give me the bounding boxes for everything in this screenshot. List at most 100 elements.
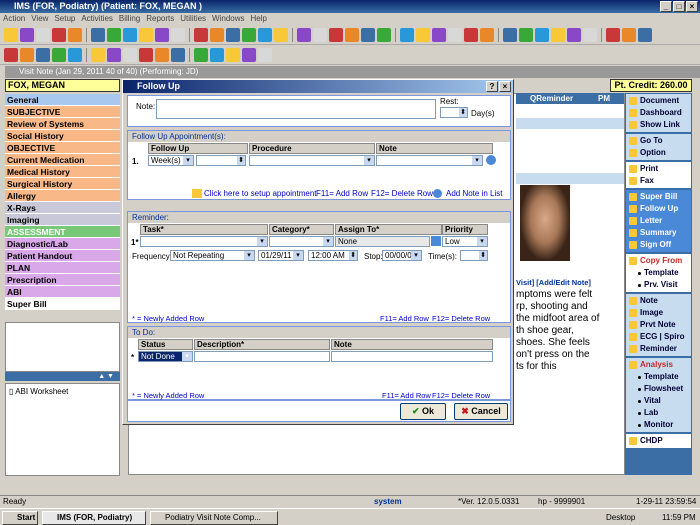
toolbar-tool-icon[interactable] [194,47,208,62]
calendar-icon[interactable] [192,189,202,198]
rest-days-input[interactable] [440,107,468,118]
toolbar-tool-icon[interactable] [171,47,185,62]
nav-item-subjective[interactable]: SUBJECTIVE [5,106,120,118]
setup-appointment-link[interactable]: Click here to setup appointment [204,189,317,198]
times-input[interactable] [460,250,488,261]
right-nav-ecg-spiro[interactable]: ECG | Spiro [626,331,691,343]
right-nav-sign-off[interactable]: Sign Off [626,239,691,251]
ok-button[interactable]: ✔ Ok [400,403,446,420]
toolbar-tool-icon[interactable] [155,47,169,62]
toolbar-tool-icon[interactable] [313,27,327,42]
toolbar-tool-icon[interactable] [361,27,375,42]
menu-action[interactable]: Action [3,13,25,25]
start-button[interactable]: Start [2,511,38,525]
right-nav-show-link[interactable]: Show Link [626,119,691,131]
reminder-date-input[interactable]: 01/29/11 [258,250,304,261]
right-nav-option[interactable]: Option [626,147,691,159]
followup-count-input[interactable] [196,155,246,166]
nav-item-objective[interactable]: OBJECTIVE [5,142,120,154]
toolbar-tool-icon[interactable] [606,27,620,42]
right-nav-document[interactable]: Document [626,95,691,107]
toolbar-tool-icon[interactable] [123,47,137,62]
menu-setup[interactable]: Setup [54,13,75,25]
toolbar-tool-icon[interactable] [123,27,137,42]
maximize-button[interactable]: □ [673,1,685,12]
toolbar-tool-icon[interactable] [258,27,272,42]
right-nav-lab[interactable]: Lab [626,407,691,419]
toolbar-tool-icon[interactable] [107,27,121,42]
followup-note-select[interactable] [376,155,483,166]
toolbar-tool-icon[interactable] [432,27,446,42]
task-select[interactable] [140,236,268,247]
right-nav-dashboard[interactable]: Dashboard [626,107,691,119]
toolbar-tool-icon[interactable] [210,47,224,62]
menu-activities[interactable]: Activities [81,13,113,25]
nav-item-super-bill[interactable]: Super Bill [5,298,120,310]
right-nav-flowsheet[interactable]: Flowsheet [626,383,691,395]
nav-item-general[interactable]: General [5,94,120,106]
stop-date-input[interactable]: 00/00/00 [382,250,422,261]
toolbar-tool-icon[interactable] [377,27,391,42]
toolbar-tool-icon[interactable] [567,27,581,42]
toolbar-tool-icon[interactable] [139,47,153,62]
right-nav-prvt-note[interactable]: Prvt Note [626,319,691,331]
toolbar-tool-icon[interactable] [519,27,533,42]
nav-item-allergy[interactable]: Allergy [5,190,120,202]
toolbar-tool-icon[interactable] [139,27,153,42]
assign-lookup-icon[interactable] [431,236,441,246]
toolbar-tool-icon[interactable] [4,27,18,42]
right-nav-letter[interactable]: Letter [626,215,691,227]
right-nav-monitor[interactable]: Monitor [626,419,691,431]
toolbar-tool-icon[interactable] [297,27,311,42]
f12-delete-row-link[interactable]: F12= Delete Row [371,189,433,198]
toolbar-tool-icon[interactable] [583,27,597,42]
nav-item-social-history[interactable]: Social History [5,130,120,142]
menu-help[interactable]: Help [251,13,267,25]
right-nav-template[interactable]: Template [626,371,691,383]
toolbar-tool-icon[interactable] [210,27,224,42]
nav-item-x-rays[interactable]: X-Rays [5,202,120,214]
toolbar-tool-icon[interactable] [464,27,478,42]
right-nav-summary[interactable]: Summary [626,227,691,239]
toolbar-tool-icon[interactable] [480,27,494,42]
note-input[interactable] [156,99,436,119]
toolbar-tool-icon[interactable] [535,27,549,42]
toolbar-tool-icon[interactable] [36,47,50,62]
right-nav-follow-up[interactable]: Follow Up [626,203,691,215]
toolbar-tool-icon[interactable] [155,27,169,42]
assign-to-field[interactable]: None [335,236,430,247]
toolbar-tool-icon[interactable] [329,27,343,42]
procedure-select[interactable] [249,155,375,166]
right-nav-super-bill[interactable]: Super Bill [626,191,691,203]
toolbar-tool-icon[interactable] [638,27,652,42]
toolbar-tool-icon[interactable] [194,27,208,42]
reminder-f12-delete[interactable]: F12= Delete Row [432,314,490,323]
right-nav-note[interactable]: Note [626,295,691,307]
add-note-icon[interactable] [433,189,442,198]
nav-item-assessment[interactable]: ASSESSMENT [5,226,120,238]
menu-reports[interactable]: Reports [146,13,174,25]
right-nav-fax[interactable]: Fax [626,175,691,187]
toolbar-tool-icon[interactable] [622,27,636,42]
toolbar-tool-icon[interactable] [400,27,414,42]
toolbar-tool-icon[interactable] [503,27,517,42]
reminder-time-input[interactable]: 12:00 AM [308,250,358,261]
scroll-arrows[interactable]: ▲ ▼ [5,372,120,381]
category-select[interactable] [269,236,334,247]
reminder-f11-add[interactable]: F11= Add Row [380,314,429,323]
toolbar-tool-icon[interactable] [52,47,66,62]
priority-select[interactable]: Low [442,236,488,247]
right-nav-prv-visit[interactable]: Prv. Visit [626,279,691,291]
toolbar-tool-icon[interactable] [551,27,565,42]
nav-item-imaging[interactable]: Imaging [5,214,120,226]
right-nav-image[interactable]: Image [626,307,691,319]
close-button[interactable]: × [686,1,698,12]
menu-view[interactable]: View [31,13,48,25]
refresh-icon[interactable] [486,155,496,165]
cancel-button[interactable]: ✖ Cancel [454,403,508,420]
toolbar-tool-icon[interactable] [20,27,34,42]
right-nav-vital[interactable]: Vital [626,395,691,407]
minimize-button[interactable]: _ [660,1,672,12]
menu-windows[interactable]: Windows [212,13,244,25]
add-note-in-list-link[interactable]: Add Note in List [446,189,502,198]
